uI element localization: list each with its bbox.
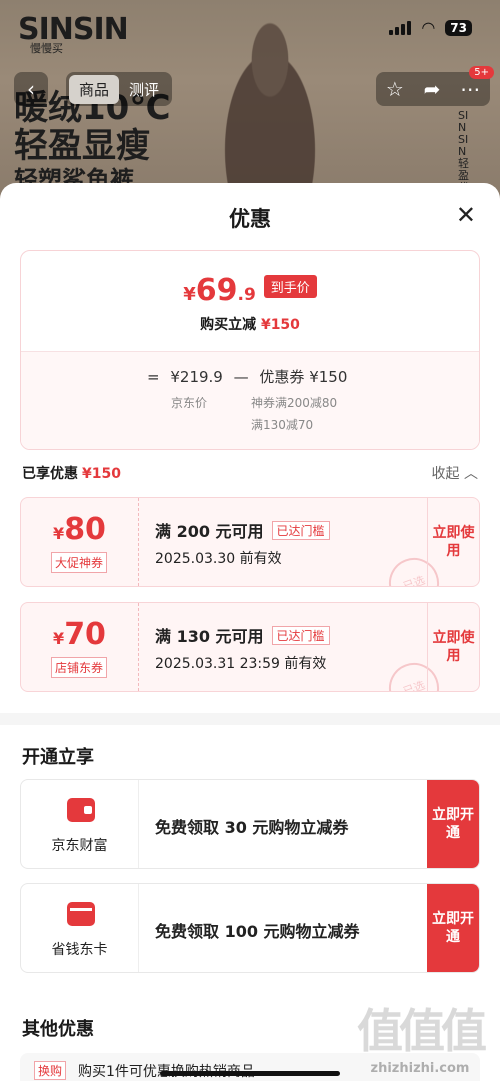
chevron-left-icon: ‹	[27, 77, 35, 101]
home-indicator	[160, 1071, 340, 1076]
coupon-reached-badge: 已达门槛	[271, 521, 330, 540]
calc-minus: —	[233, 368, 249, 386]
coupon-type-label: 店铺东券	[51, 657, 108, 678]
exchange-tag: 换购	[34, 1061, 67, 1080]
offer-text: 免费领取 30 元购物立减券	[155, 818, 349, 837]
discount-sheet: 优惠 ✕ ¥69.9 到手价 购买立减 ¥150 = ¥219.9 — 优惠券 ¥…	[0, 183, 500, 1081]
section-divider	[0, 713, 500, 725]
enjoyed-discount: 已享优惠 ¥150	[22, 463, 121, 483]
calc-price: ¥219.9	[170, 368, 223, 386]
coupon-amount-number: 70	[64, 617, 106, 652]
calc-formula: = ¥219.9 — 优惠券 ¥150	[147, 366, 353, 387]
top-navbar: ‹ 商品 测评 ☆ ➦ ⋯ 5+	[14, 66, 494, 108]
collapse-button[interactable]: 收起 ︿	[432, 463, 478, 483]
coupon-amount: ¥80	[21, 512, 138, 547]
message-badge: 5+	[469, 66, 494, 79]
price-calculation: = ¥219.9 — 优惠券 ¥150 京东价 神券满200减80 满130减7…	[21, 351, 479, 449]
battery-icon: 73	[445, 19, 472, 36]
offer-name: 省钱东卡	[51, 942, 108, 958]
watermark-url: zhizhizhi.com	[370, 1061, 470, 1076]
coupon-condition-text: 满 200 元可用	[155, 522, 264, 541]
coupon-type-label: 大促神券	[51, 552, 108, 573]
nav-tabs: 商品 测评	[66, 72, 173, 106]
coupon-condition: 满 200 元可用 已达门槛	[155, 518, 330, 542]
open-section-title: 开通立享	[22, 747, 94, 768]
calc-coupon-detail-1: 神券满200减80	[251, 396, 338, 410]
status-bar: ◠ 73	[389, 18, 472, 37]
more-icon[interactable]: ⋯	[460, 77, 480, 101]
coupon-card: ¥70 店铺东券 满 130 元可用 已达门槛 2025.03.31 23:59 …	[20, 602, 480, 692]
coupon-amount-number: 80	[64, 512, 106, 547]
reduce-line: 购买立减 ¥150	[21, 314, 479, 334]
card-icon	[67, 902, 95, 926]
open-button[interactable]: 立即开通	[427, 780, 479, 868]
open-button[interactable]: 立即开通	[427, 884, 479, 972]
brand-sub-text: 慢慢买	[30, 42, 63, 55]
wifi-icon: ◠	[421, 18, 436, 37]
reduce-amount: ¥150	[260, 317, 300, 333]
offer-card[interactable]: 京东财富 免费领取 30 元购物立减券 立即开通	[20, 779, 480, 869]
coupon-yen: ¥	[53, 629, 65, 648]
share-icon[interactable]: ➦	[424, 77, 441, 101]
nav-actions: ☆ ➦ ⋯ 5+	[376, 66, 494, 106]
coupon-expire: 2025.03.30 前有效	[155, 551, 282, 567]
reduce-label: 购买立减	[200, 317, 257, 333]
back-button[interactable]: ‹	[14, 72, 48, 106]
star-icon[interactable]: ☆	[386, 77, 404, 101]
coupon-amount: ¥70	[21, 617, 138, 652]
offer-brand: 京东财富	[21, 780, 139, 868]
enjoyed-label: 已享优惠	[22, 466, 78, 482]
price-summary: ¥69.9 到手价 购买立减 ¥150	[21, 251, 479, 351]
final-price: ¥69.9 到手价	[21, 273, 479, 308]
price-integer: 69	[195, 273, 238, 308]
coupon-value: ¥70 店铺东券	[21, 603, 139, 691]
tab-product[interactable]: 商品	[69, 74, 120, 104]
wallet-icon	[67, 798, 95, 822]
use-coupon-button[interactable]: 立即使用	[427, 498, 479, 586]
coupon-condition-text: 满 130 元可用	[155, 627, 264, 646]
price-yen: ¥	[183, 284, 196, 305]
coupon-card: ¥80 大促神券 满 200 元可用 已达门槛 2025.03.30 前有效 已选…	[20, 497, 480, 587]
offer-card[interactable]: 省钱东卡 免费领取 100 元购物立减券 立即开通	[20, 883, 480, 973]
offer-name: 京东财富	[51, 838, 108, 854]
calc-coupon-detail-2: 满130减70	[251, 418, 314, 432]
offer-brand: 省钱东卡	[21, 884, 139, 972]
watermark: 值值值 zhizhizhi.com	[350, 995, 490, 1076]
other-section-title: 其他优惠	[22, 1019, 94, 1040]
calc-coupon: 优惠券 ¥150	[259, 368, 348, 386]
coupon-expire: 2025.03.31 23:59 前有效	[155, 656, 327, 672]
coupon-reached-badge: 已达门槛	[271, 626, 330, 645]
coupon-yen: ¥	[53, 524, 65, 543]
price-card: ¥69.9 到手价 购买立减 ¥150 = ¥219.9 — 优惠券 ¥150 京…	[20, 250, 480, 450]
watermark-logo: 值值值	[357, 1004, 487, 1058]
calc-eq: =	[147, 368, 160, 386]
enjoyed-amount: ¥150	[82, 466, 121, 482]
signal-icon	[389, 20, 412, 35]
sheet-title: 优惠	[229, 207, 271, 231]
close-icon[interactable]: ✕	[456, 203, 476, 227]
tab-review[interactable]: 测评	[119, 75, 169, 104]
calc-price-label: 京东价	[171, 396, 208, 410]
use-coupon-button[interactable]: 立即使用	[427, 603, 479, 691]
coupon-condition: 满 130 元可用 已达门槛	[155, 623, 330, 647]
price-decimal: .9	[237, 285, 256, 305]
final-price-tag: 到手价	[263, 275, 317, 298]
offer-text: 免费领取 100 元购物立减券	[155, 922, 360, 941]
coupon-value: ¥80 大促神券	[21, 498, 139, 586]
